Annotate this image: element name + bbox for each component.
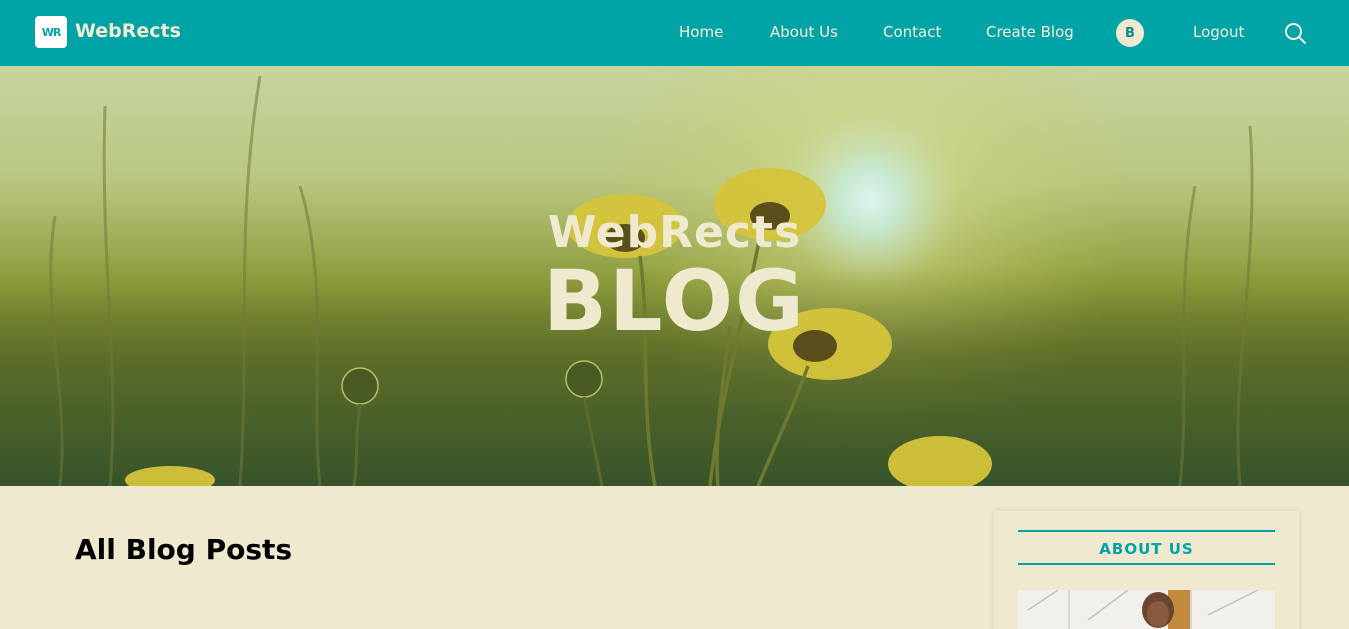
logo-mark: WR bbox=[41, 25, 62, 39]
avatar-initial: B bbox=[1125, 25, 1135, 41]
nav-link-about-us[interactable]: About Us bbox=[770, 23, 838, 41]
user-avatar[interactable]: B bbox=[1116, 19, 1144, 47]
search-icon bbox=[1285, 23, 1306, 44]
about-us-photo bbox=[1018, 590, 1275, 629]
sidebar-title: ABOUT US bbox=[1099, 540, 1194, 558]
nav-link-logout[interactable]: Logout bbox=[1193, 23, 1244, 41]
sidebar-about-us: ABOUT US bbox=[994, 511, 1299, 629]
page-title: All Blog Posts bbox=[75, 533, 293, 566]
nav-link-contact[interactable]: Contact bbox=[883, 23, 941, 41]
sidebar-divider-top bbox=[1018, 530, 1275, 532]
search-button[interactable] bbox=[1283, 21, 1307, 45]
logo-icon[interactable]: WR bbox=[35, 16, 67, 48]
sidebar-divider-bottom bbox=[1018, 563, 1275, 565]
hero-banner: WebRects BLOG bbox=[0, 66, 1349, 486]
nav-link-home[interactable]: Home bbox=[679, 23, 723, 41]
navbar: WR WebRects Home About Us Contact Create… bbox=[0, 0, 1349, 66]
nav-link-create-blog[interactable]: Create Blog bbox=[986, 23, 1074, 41]
brand-name[interactable]: WebRects bbox=[75, 20, 181, 42]
hero-subtitle: WebRects bbox=[547, 207, 802, 258]
hero-title: BLOG bbox=[543, 252, 806, 350]
